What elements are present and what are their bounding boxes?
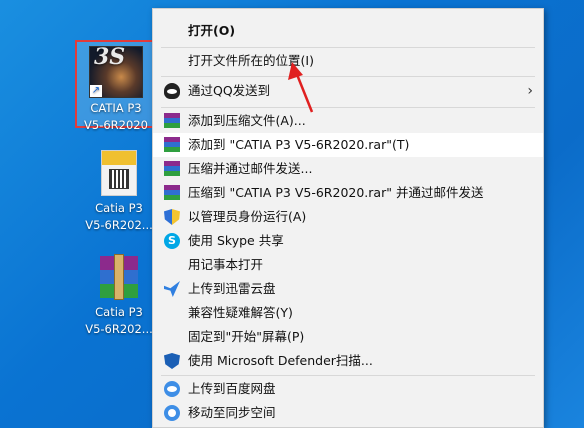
- annotation-arrow-icon: [288, 62, 314, 113]
